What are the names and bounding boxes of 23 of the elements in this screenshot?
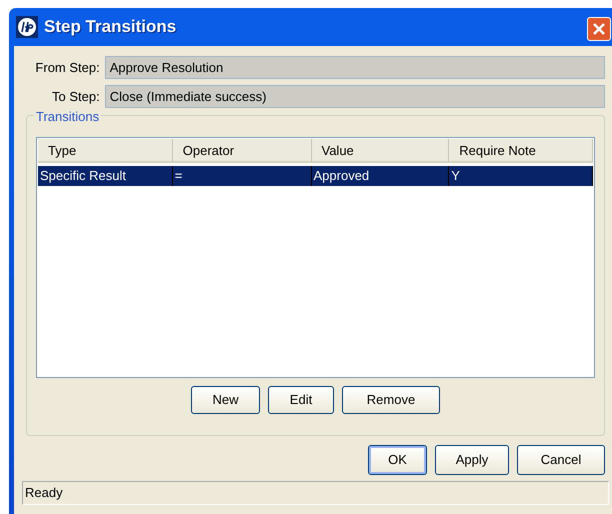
action-button[interactable]: Remove — [342, 386, 440, 414]
column-header[interactable]: Type — [38, 139, 173, 163]
close-button[interactable] — [587, 17, 611, 41]
table-cell: Approved — [312, 166, 450, 186]
action-button[interactable]: Edit — [268, 386, 334, 414]
text-field[interactable]: Close (Immediate success) — [104, 85, 605, 108]
table-cell: Specific Result — [38, 166, 173, 186]
field-label: From Step: — [34, 58, 101, 77]
status-bar: Ready — [22, 481, 609, 505]
text-field[interactable]: Approve Resolution — [104, 56, 605, 79]
table-cell: Y — [449, 166, 593, 186]
dialog-button[interactable]: OK — [368, 445, 427, 475]
logo-icon — [16, 16, 38, 38]
field-label: To Step: — [51, 88, 101, 106]
column-header[interactable]: Require Note — [449, 139, 593, 163]
table-cell: = — [172, 166, 312, 186]
dialog-button[interactable]: Cancel — [517, 445, 605, 475]
close-icon — [592, 22, 606, 36]
dialog-button[interactable]: Apply — [435, 445, 509, 475]
column-header[interactable]: Value — [312, 139, 450, 163]
column-header[interactable]: Operator — [172, 139, 312, 163]
window-title: Step Transitions — [44, 16, 176, 38]
action-button[interactable]: New — [191, 386, 260, 414]
